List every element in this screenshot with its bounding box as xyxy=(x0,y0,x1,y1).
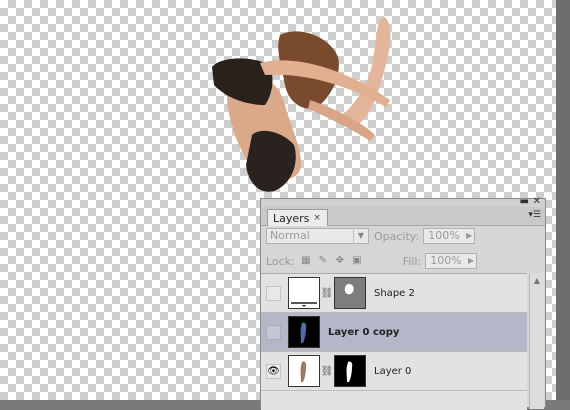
chevron-right-icon[interactable]: ▶ xyxy=(468,254,474,268)
opacity-field[interactable]: 100% ▶ xyxy=(423,228,476,244)
visibility-toggle[interactable] xyxy=(266,324,281,340)
panel-tabstrip: Layers × ▾☰ xyxy=(261,207,545,226)
layer-thumb-graphic xyxy=(300,361,307,382)
blend-row: Normal ▼ Opacity: 100% ▶ xyxy=(266,228,476,244)
opacity-value: 100% xyxy=(428,229,460,242)
fill-label: Fill: xyxy=(402,254,422,268)
layer-row-shape-2[interactable]: ⛓ Shape 2 xyxy=(261,274,527,313)
fill-value: 100% xyxy=(430,254,462,267)
tab-label: Layers xyxy=(273,211,310,225)
chevron-down-icon: ▼ xyxy=(353,229,368,243)
scrollbar-track[interactable] xyxy=(556,0,570,400)
blend-mode-select[interactable]: Normal ▼ xyxy=(266,228,369,244)
eye-icon[interactable]: 👁 xyxy=(266,363,281,379)
lock-label: Lock: xyxy=(266,254,295,268)
panel-titlebar[interactable]: ▬ ✕ xyxy=(261,196,545,207)
lock-transparency-icon[interactable]: ▦ xyxy=(300,255,312,267)
lock-all-icon[interactable]: ▣ xyxy=(351,255,363,267)
tab-layers[interactable]: Layers × xyxy=(267,209,328,226)
mask-thumb-graphic xyxy=(346,361,353,382)
layer-thumbnail[interactable] xyxy=(288,355,320,387)
shape-layer-thumbnail[interactable] xyxy=(288,277,320,309)
layer-mask-thumbnail[interactable] xyxy=(334,355,366,387)
layers-scrollbar[interactable]: ▲ xyxy=(529,274,544,409)
tab-close-icon[interactable]: × xyxy=(313,213,321,223)
layer-name: Layer 0 xyxy=(374,365,412,377)
lock-position-icon[interactable]: ✥ xyxy=(334,255,346,267)
scroll-up-icon[interactable]: ▲ xyxy=(530,276,544,285)
layer-name: Shape 2 xyxy=(374,287,415,299)
layer-name: Layer 0 copy xyxy=(328,326,400,338)
layer-thumb-graphic xyxy=(300,322,307,343)
visibility-toggle[interactable] xyxy=(266,285,281,301)
layers-panel: ▬ ✕ Layers × ▾☰ Normal ▼ Opacity: 100% ▶… xyxy=(260,196,546,410)
layer-thumbnail[interactable] xyxy=(288,316,320,348)
shape-thumb-graphic xyxy=(291,302,317,307)
fill-field[interactable]: 100% ▶ xyxy=(425,253,478,269)
layers-list: ⛓ Shape 2 Layer 0 copy 👁 ⛓ Layer 0 xyxy=(261,273,527,410)
vector-mask-thumbnail[interactable] xyxy=(334,277,366,309)
opacity-label: Opacity: xyxy=(374,229,420,243)
link-chain-icon[interactable]: ⛓ xyxy=(320,366,334,377)
chevron-right-icon[interactable]: ▶ xyxy=(466,229,472,243)
lock-row: Lock: ▦ ✎ ✥ ▣ Fill: 100% ▶ xyxy=(266,253,478,269)
link-chain-icon[interactable]: ⛓ xyxy=(320,288,334,299)
mask-thumb-graphic xyxy=(344,284,354,295)
lock-pixels-icon[interactable]: ✎ xyxy=(317,255,329,267)
blend-mode-value: Normal xyxy=(270,229,310,242)
lock-icons: ▦ ✎ ✥ ▣ xyxy=(300,255,363,267)
layer-row-layer-0[interactable]: 👁 ⛓ Layer 0 xyxy=(261,352,527,391)
panel-menu-icon[interactable]: ▾☰ xyxy=(528,210,541,220)
dancer-artwork xyxy=(212,17,391,192)
layer-row-layer-0-copy[interactable]: Layer 0 copy xyxy=(261,313,527,352)
